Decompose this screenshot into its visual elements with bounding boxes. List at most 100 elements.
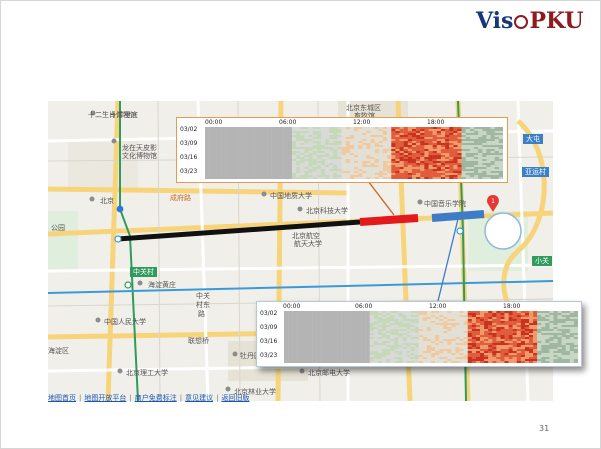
heatmap-cell bbox=[304, 315, 309, 318]
heatmap-cell bbox=[279, 143, 284, 146]
heatmap-cell bbox=[325, 147, 330, 150]
heatmap-cell bbox=[254, 131, 260, 134]
heatmap-cell bbox=[451, 317, 456, 320]
heatmap-cell bbox=[436, 145, 442, 148]
heatmap-cell bbox=[492, 331, 497, 334]
heatmap-cell bbox=[418, 323, 424, 326]
heatmap-cell bbox=[440, 147, 446, 150]
heatmap-cell bbox=[205, 141, 210, 144]
heatmap-cell bbox=[529, 325, 534, 328]
heatmap-cell bbox=[391, 177, 396, 179]
heatmap-cell bbox=[447, 315, 452, 318]
heatmap-cell bbox=[328, 311, 334, 314]
heatmap-cell bbox=[500, 343, 505, 346]
heatmap-cell bbox=[480, 347, 485, 350]
heatmap-cell bbox=[390, 341, 395, 344]
heatmap-cell bbox=[287, 157, 293, 160]
heatmap-cell bbox=[386, 361, 391, 363]
heatmap-cell bbox=[461, 177, 466, 179]
footer-link-map-home[interactable]: 地图首页 bbox=[48, 394, 76, 402]
heatmap-cell bbox=[480, 351, 485, 354]
heatmap-cell bbox=[353, 361, 358, 363]
heatmap-cell bbox=[349, 361, 354, 363]
heatmap-cell bbox=[474, 161, 479, 164]
footer-link-old-version[interactable]: 返回旧版 bbox=[221, 394, 249, 402]
heatmap-cell bbox=[426, 351, 432, 354]
heatmap-cell bbox=[561, 313, 566, 316]
heatmap-cell bbox=[500, 313, 505, 316]
heatmap-cell bbox=[508, 347, 513, 350]
heatmap-cell bbox=[296, 143, 301, 146]
heatmap-cell bbox=[225, 155, 231, 158]
heatmap-cell bbox=[416, 147, 421, 150]
heatmap-cell bbox=[443, 315, 448, 318]
heatmap-cell bbox=[304, 157, 309, 160]
heatmap-cell bbox=[463, 337, 468, 340]
heatmap-cell bbox=[565, 331, 571, 334]
heatmap-cell bbox=[469, 149, 475, 152]
footer-link-feedback[interactable]: 意见建议 bbox=[185, 394, 213, 402]
heatmap-cell bbox=[533, 317, 538, 320]
heatmap-cell bbox=[341, 355, 346, 358]
heatmap-cell bbox=[390, 359, 395, 362]
heatmap-cell bbox=[478, 131, 483, 134]
footer-link-merchant-mark[interactable]: 商户免费标注 bbox=[135, 394, 177, 402]
heatmap-cell bbox=[484, 317, 489, 320]
heatmap-cell bbox=[292, 333, 297, 336]
heatmap-cell bbox=[500, 335, 505, 338]
heatmap-cell bbox=[398, 329, 403, 332]
heatmap-cell bbox=[370, 137, 375, 140]
heatmap-cell bbox=[496, 317, 501, 320]
heatmap-cell bbox=[365, 313, 370, 316]
heatmap-cell bbox=[284, 335, 289, 338]
heatmap-cell bbox=[329, 145, 334, 148]
location-marker-icon[interactable]: 1 bbox=[486, 195, 500, 213]
heatmap-cell bbox=[324, 341, 330, 344]
heatmap-cell bbox=[420, 135, 425, 138]
heatmap-cell bbox=[391, 145, 396, 148]
heatmap-cell bbox=[414, 317, 419, 320]
heatmap-cell bbox=[418, 333, 424, 336]
heatmap-cell bbox=[565, 311, 571, 314]
heatmap-cell bbox=[469, 175, 475, 178]
heatmap-cell bbox=[242, 167, 247, 170]
heatmap-cell bbox=[296, 171, 301, 174]
heatmap-cell bbox=[440, 151, 446, 154]
heatmap-cell bbox=[457, 141, 462, 144]
heatmap-cell bbox=[449, 131, 454, 134]
heatmap-cell bbox=[428, 157, 433, 160]
heatmap-cell bbox=[258, 141, 264, 144]
heatmap-cell bbox=[418, 351, 424, 354]
heatmap-cell bbox=[275, 141, 280, 144]
heatmap-cell bbox=[361, 329, 366, 332]
heatmap-cell bbox=[461, 153, 466, 156]
heatmap-cell bbox=[225, 171, 231, 174]
footer-link-open-platform[interactable]: 地图开放平台 bbox=[84, 394, 126, 402]
heatmap-cell bbox=[320, 343, 326, 346]
heatmap-cell bbox=[440, 157, 446, 160]
heatmap-cell bbox=[387, 169, 392, 172]
heatmap-cell bbox=[296, 317, 301, 320]
heatmap-cell bbox=[494, 157, 500, 160]
heatmap-cell bbox=[284, 353, 289, 356]
heatmap-cell bbox=[370, 135, 375, 138]
heatmap-cell bbox=[365, 327, 370, 330]
heatmap-cell bbox=[451, 353, 456, 356]
heatmap-cell bbox=[524, 321, 530, 324]
heatmap-cell bbox=[366, 169, 371, 172]
heatmap-cell bbox=[373, 311, 379, 314]
heatmap-cell bbox=[488, 335, 493, 338]
heatmap-cell bbox=[304, 335, 309, 338]
heatmap-cell bbox=[418, 357, 424, 360]
heatmap-cell bbox=[399, 175, 404, 178]
heatmap-cell bbox=[370, 153, 375, 156]
heatmap-cell bbox=[242, 143, 247, 146]
heatmap-cell bbox=[414, 321, 419, 324]
heatmap-cell bbox=[366, 161, 371, 164]
heatmap-cell bbox=[394, 327, 399, 330]
heatmap-cell bbox=[382, 361, 387, 363]
heatmap-cell bbox=[422, 347, 428, 350]
heatmap-cell bbox=[279, 171, 284, 174]
heatmap-cell bbox=[233, 163, 239, 166]
heatmap-cell bbox=[304, 151, 309, 154]
